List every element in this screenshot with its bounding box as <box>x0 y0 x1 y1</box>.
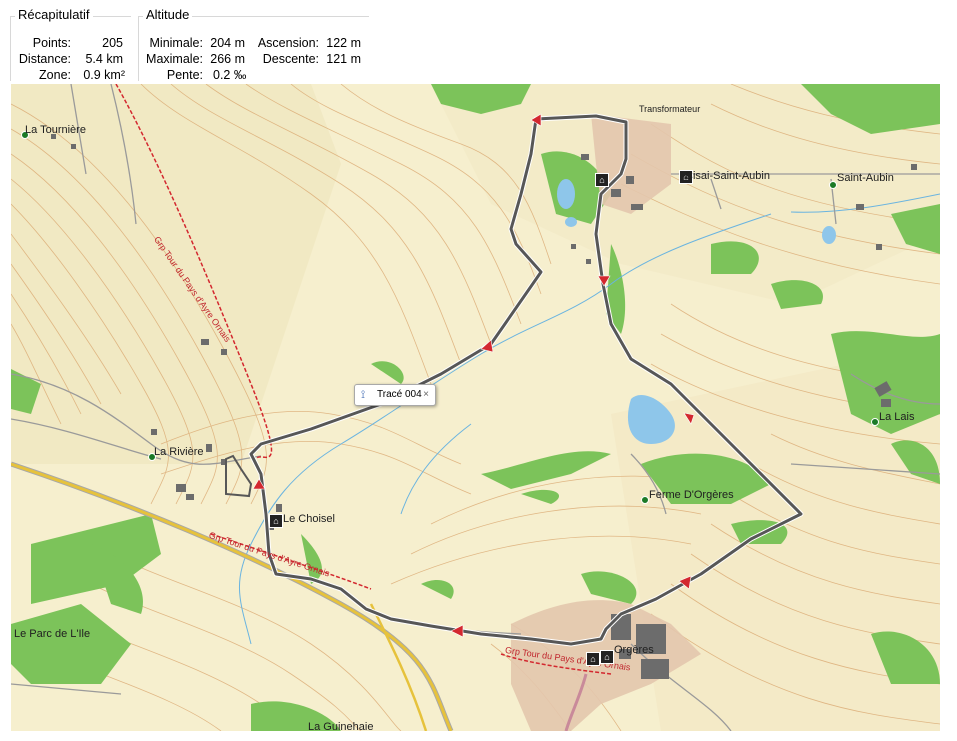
church-icon[interactable]: ⌂ <box>269 514 283 528</box>
points-label: Points: <box>32 36 71 50</box>
place-orgeres[interactable]: Orgères <box>614 644 654 656</box>
maximale-label: Maximale: <box>146 52 203 66</box>
waypoint-dot[interactable] <box>641 496 649 504</box>
minimale-value: 204 m <box>210 36 245 50</box>
altitude-group: Altitude Minimale: 204 m Ascension: 122 … <box>138 7 369 82</box>
ascension-label: Ascension: <box>257 36 319 50</box>
pente-value: 0.2 ‰ <box>213 68 247 82</box>
main-road <box>11 462 453 731</box>
summary-group: Récapitulatif Points: 205 Distance: 5.4 … <box>10 7 131 82</box>
waypoint-dot[interactable] <box>829 181 837 189</box>
pente-label: Pente: <box>166 68 203 82</box>
distance-value: 5.4 km <box>85 52 123 66</box>
descente-value: 121 m <box>326 52 361 66</box>
place-la-lais[interactable]: La Lais <box>879 411 914 423</box>
descente-label: Descente: <box>262 52 319 66</box>
topographic-map[interactable]: Grp Tour du Pays d'Ayre Ornais Grp Tour … <box>11 84 940 731</box>
minimale-label: Minimale: <box>149 36 204 50</box>
place-le-parc[interactable]: Le Parc de L'Ile <box>14 628 90 640</box>
altitude-title: Altitude <box>143 7 193 22</box>
church-icon[interactable]: ⌂ <box>595 173 609 187</box>
close-icon[interactable]: × <box>423 385 429 405</box>
zone-label: Zone: <box>39 68 71 82</box>
track-icon: ⟟ <box>361 389 366 401</box>
zone-value: 0.9 km² <box>83 68 125 82</box>
place-ferme-dorgeres[interactable]: Ferme D'Orgères <box>649 489 734 501</box>
points-value: 205 <box>102 36 123 50</box>
distance-label: Distance: <box>18 52 71 66</box>
maximale-value: 266 m <box>210 52 245 66</box>
church-icon[interactable]: ⌂ <box>586 652 600 666</box>
place-saint-aubin[interactable]: Saint-Aubin <box>837 172 894 184</box>
waypoint-dot[interactable] <box>871 418 879 426</box>
track-tooltip[interactable]: ⟟ Tracé 004 × <box>354 384 436 406</box>
map-canvas <box>11 84 940 731</box>
ascension-value: 122 m <box>326 36 361 50</box>
summary-title: Récapitulatif <box>15 7 93 22</box>
main-road-casing <box>11 461 454 731</box>
church-icon[interactable]: ⌂ <box>600 650 614 664</box>
place-transformateur[interactable]: Transformateur <box>639 103 700 115</box>
place-la-tourniere[interactable]: La Tournière <box>25 124 86 136</box>
track-label: Tracé 004 <box>377 389 422 400</box>
place-le-choisel[interactable]: Le Choisel <box>283 513 335 525</box>
place-la-guinehaie[interactable]: La Guinehaie <box>308 721 373 731</box>
place-la-riviere[interactable]: La Rivière <box>154 446 204 458</box>
summary-header: Récapitulatif Points: 205 Distance: 5.4 … <box>0 0 957 84</box>
place-cisai-saint-aubin[interactable]: Cisai-Saint-Aubin <box>685 170 770 182</box>
